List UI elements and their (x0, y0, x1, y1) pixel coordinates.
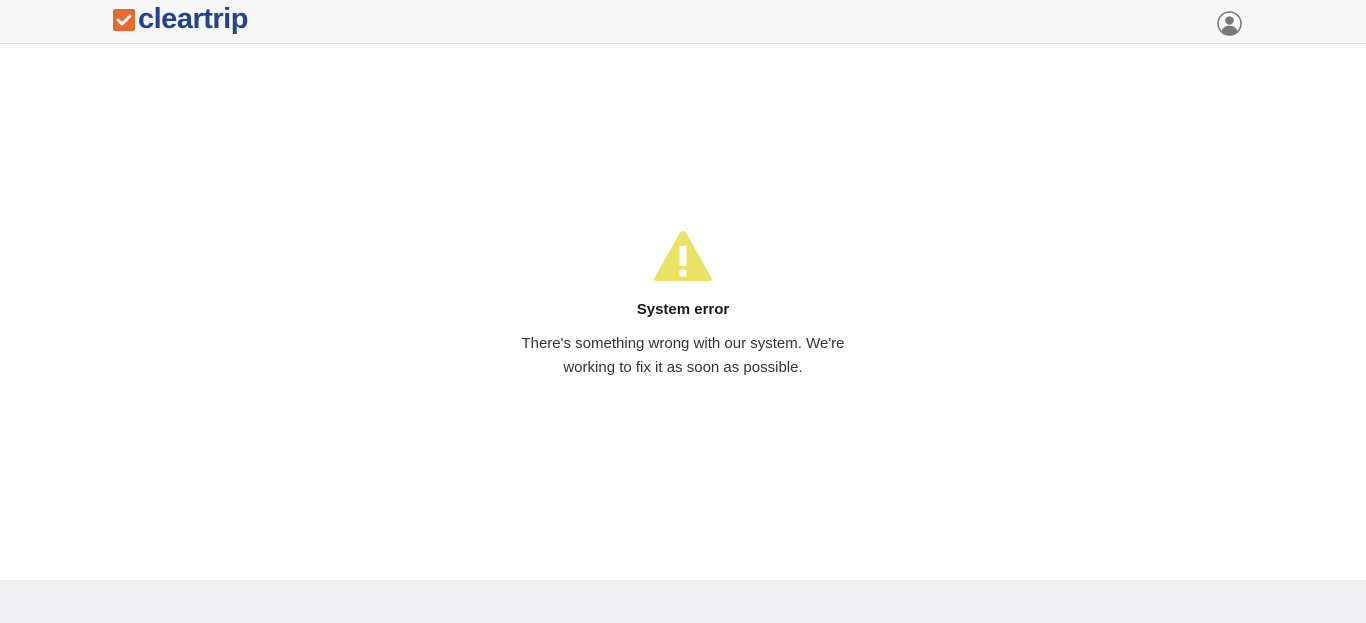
brand-name: cleartrip (138, 3, 248, 35)
top-header: cleartrip (0, 0, 1366, 44)
cleartrip-logo[interactable]: cleartrip (113, 3, 248, 39)
footer-bar (0, 580, 1366, 623)
error-panel: System error There's something wrong wit… (483, 228, 883, 380)
user-avatar-icon[interactable] (1217, 11, 1242, 36)
main-content: System error There's something wrong wit… (0, 44, 1366, 580)
warning-triangle-icon (654, 231, 712, 281)
checkmark-icon (113, 9, 135, 31)
error-message: There's something wrong with our system.… (521, 335, 845, 376)
error-title: System error (636, 301, 730, 318)
